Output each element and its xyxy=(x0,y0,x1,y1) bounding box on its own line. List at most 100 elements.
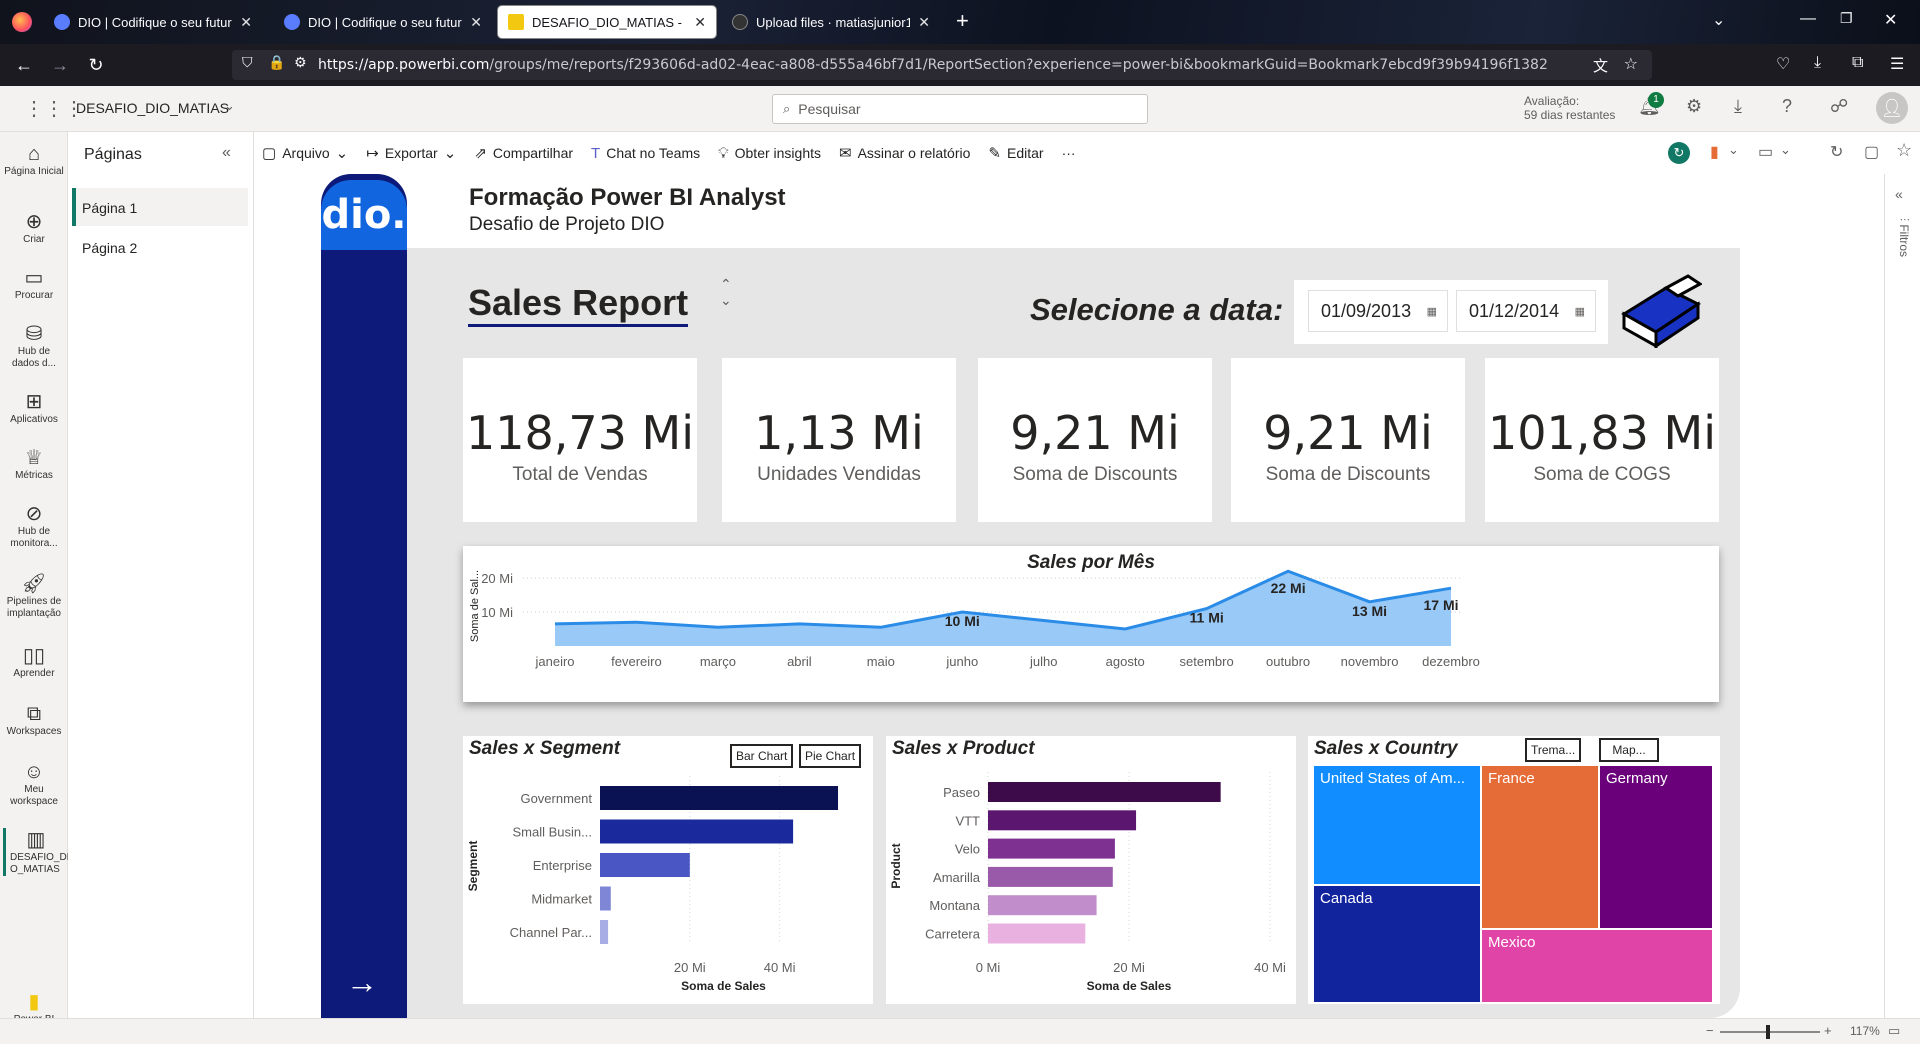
workspace-title[interactable]: DESAFIO_DIO_MATIAS xyxy=(76,100,229,116)
app-launcher-icon[interactable]: ⋮⋮⋮ xyxy=(24,96,84,121)
zoom-out-icon[interactable]: − xyxy=(1706,1023,1714,1038)
avatar[interactable]: 👤︎ xyxy=(1876,92,1908,124)
pocket-icon[interactable]: ♡ xyxy=(1776,54,1790,74)
refresh-status-icon[interactable]: ↻ xyxy=(1668,142,1690,164)
close-window-icon[interactable]: ✕ xyxy=(1884,10,1897,30)
export-menu-button[interactable]: ↦ Exportar ⌄ xyxy=(366,144,456,162)
favorite-star-icon[interactable]: ☆ xyxy=(1896,140,1912,161)
insights-button[interactable]: 💡︎ Obter insights xyxy=(718,145,821,162)
sales-by-month-chart[interactable]: Sales por Mês 10 Mi 20 Mi Soma de Sal... ja… xyxy=(463,546,1719,702)
page-tab-2[interactable]: Página 2 xyxy=(72,228,248,266)
rail-item-data-hub[interactable]: ⛁ Hub de dados d... xyxy=(3,322,65,370)
downloads-icon[interactable]: ⤓ xyxy=(1814,54,1821,72)
collapse-pane-icon[interactable]: « xyxy=(222,144,231,162)
rail-item-learn[interactable]: ▯▯ Aprender xyxy=(0,644,68,680)
sales-by-product-chart[interactable]: Sales x Product 0 Mi 20 Mi 40 Mi Paseo VTT Ve… xyxy=(886,736,1296,1004)
next-page-arrow-icon[interactable]: → xyxy=(346,964,378,1001)
forward-icon[interactable]: → xyxy=(42,55,78,76)
edit-button[interactable]: ✎ Editar xyxy=(988,144,1043,162)
bookmark-icon[interactable]: ▮ xyxy=(1710,142,1719,162)
reload-report-icon[interactable]: ↻ xyxy=(1830,142,1843,162)
lock-icon[interactable]: 🔒 xyxy=(268,55,285,71)
chevron-down-icon[interactable]: ⌄ xyxy=(224,98,235,114)
zoom-slider[interactable] xyxy=(1720,1031,1820,1033)
shield-icon[interactable]: ⛉ xyxy=(242,55,253,71)
firefox-logo-icon[interactable] xyxy=(12,12,32,32)
view-icon[interactable]: ▭ xyxy=(1758,142,1773,162)
filters-label[interactable]: ⫶ Filtros xyxy=(1897,218,1911,257)
zoom-in-icon[interactable]: + xyxy=(1824,1023,1832,1038)
permissions-icon[interactable]: ⚙ xyxy=(294,55,307,71)
close-tab-icon[interactable]: ✕ xyxy=(694,14,706,31)
date-from-input[interactable]: 01/09/2013 ▦ xyxy=(1308,290,1448,332)
lightbulb-icon: 💡︎ xyxy=(718,144,729,162)
browser-tab[interactable]: DIO | Codifique o seu futuro gl ✕ xyxy=(274,6,492,38)
status-bar: − + 117% ▭ xyxy=(0,1018,1920,1044)
minimize-icon[interactable]: — xyxy=(1800,10,1816,28)
settings-icon[interactable]: ⚙ xyxy=(1686,96,1702,117)
reload-icon[interactable]: ↻ xyxy=(78,55,114,76)
rail-item-current-report[interactable]: ▥ DESAFIO_DI O_MATIAS xyxy=(3,828,69,876)
sort-arrows[interactable]: ⌃ ⌄ xyxy=(720,276,732,308)
back-icon[interactable]: ← xyxy=(6,55,42,76)
teams-chat-button[interactable]: T Chat no Teams xyxy=(591,145,700,162)
treemap-tile-germany[interactable]: Germany xyxy=(1600,766,1712,928)
rail-item-apps[interactable]: ⊞ Aplicativos xyxy=(0,390,68,426)
rail-item-my-workspace[interactable]: ☺ Meu workspace xyxy=(0,760,68,808)
url-bar[interactable]: ⛉ 🔒 ⚙ https://app.powerbi.com/groups/me/… xyxy=(232,50,1652,80)
list-tabs-icon[interactable]: ⌄ xyxy=(1712,10,1725,30)
date-to-input[interactable]: 01/12/2014 ▦ xyxy=(1456,290,1596,332)
map-button[interactable]: Map... xyxy=(1599,738,1659,762)
arrow-down-icon[interactable]: ⌄ xyxy=(720,292,732,308)
browser-tab[interactable]: DIO | Codifique o seu futuro gl ✕ xyxy=(44,6,262,38)
arrow-up-icon[interactable]: ⌃ xyxy=(720,276,732,292)
feedback-icon[interactable]: ☍ xyxy=(1830,96,1848,117)
treemap-button[interactable]: Trema... xyxy=(1525,738,1582,762)
fit-page-icon[interactable]: ▭ xyxy=(1888,1023,1900,1039)
sales-by-segment-chart[interactable]: Sales x Segment Bar Chart Pie Chart 20 M… xyxy=(463,736,873,1004)
treemap-tile-usa[interactable]: United States of Am... xyxy=(1314,766,1480,884)
zoom-slider-thumb[interactable] xyxy=(1766,1025,1770,1039)
rail-item-pipelines[interactable]: 🚀︎ Pipelines de implantação xyxy=(3,572,65,620)
download-icon[interactable]: ⤓ xyxy=(1734,96,1742,117)
treemap-tile-mexico[interactable]: Mexico xyxy=(1482,930,1712,1002)
subscribe-button[interactable]: ✉ Assinar o relatório xyxy=(839,144,970,162)
apps-icon: ⊞ xyxy=(25,391,43,413)
rail-item-workspaces[interactable]: ⧉ Workspaces xyxy=(0,702,68,738)
expand-filters-icon[interactable]: « xyxy=(1895,186,1903,202)
search-box[interactable]: ⌕ Pesquisar xyxy=(772,94,1148,124)
page-tab-1[interactable]: Página 1 xyxy=(72,188,248,226)
extensions-icon[interactable]: ⧉ xyxy=(1852,54,1863,72)
menu-icon[interactable]: ☰ xyxy=(1890,54,1904,74)
rail-item-create[interactable]: ⊕ Criar xyxy=(0,210,68,246)
treemap-tile-canada[interactable]: Canada xyxy=(1314,886,1480,1002)
new-tab-icon[interactable]: + xyxy=(956,8,969,34)
close-tab-icon[interactable]: ✕ xyxy=(240,14,252,31)
treemap-tile-france[interactable]: France xyxy=(1482,766,1598,928)
filters-pane-collapsed[interactable]: « ⫶ Filtros xyxy=(1884,174,1920,1018)
search-input[interactable]: Pesquisar xyxy=(798,101,860,117)
translate-icon[interactable]: 文 xyxy=(1593,55,1608,76)
chevron-down-icon[interactable]: ⌄ xyxy=(1728,142,1739,158)
sales-by-country-chart[interactable]: Sales x Country Trema... Map... United S… xyxy=(1308,736,1720,1004)
rail-item-browse[interactable]: ▭ Procurar xyxy=(0,266,68,302)
file-menu-button[interactable]: ▢ Arquivo ⌄ xyxy=(262,144,348,162)
kpi-card: 1,13 Mi Unidades Vendidas xyxy=(722,358,956,522)
close-tab-icon[interactable]: ✕ xyxy=(918,14,930,31)
calendar-icon[interactable]: ▦ xyxy=(1427,305,1437,318)
rail-item-home[interactable]: ⌂ Página Inicial xyxy=(0,142,68,178)
bookmark-star-icon[interactable]: ☆ xyxy=(1624,54,1638,73)
browser-tab-active[interactable]: DESAFIO_DIO_MATIAS - Power ✕ xyxy=(498,6,716,38)
comment-icon[interactable]: ▢ xyxy=(1864,142,1879,162)
browser-tab[interactable]: Upload files · matiasjunior13/p ✕ xyxy=(722,6,940,38)
close-tab-icon[interactable]: ✕ xyxy=(470,14,482,31)
rail-item-metrics[interactable]: ♕ Métricas xyxy=(0,446,68,482)
rail-item-monitoring[interactable]: ⊘ Hub de monitora... xyxy=(3,502,65,550)
help-icon[interactable]: ? xyxy=(1782,96,1792,117)
calendar-icon[interactable]: ▦ xyxy=(1575,305,1585,318)
restore-icon[interactable]: ❐ xyxy=(1840,10,1853,27)
chevron-down-icon[interactable]: ⌄ xyxy=(1780,142,1791,158)
more-options-button[interactable]: ··· xyxy=(1062,145,1076,161)
share-button[interactable]: ⇗ Compartilhar xyxy=(474,144,573,162)
eraser-clear-filters-icon[interactable] xyxy=(1618,274,1702,348)
